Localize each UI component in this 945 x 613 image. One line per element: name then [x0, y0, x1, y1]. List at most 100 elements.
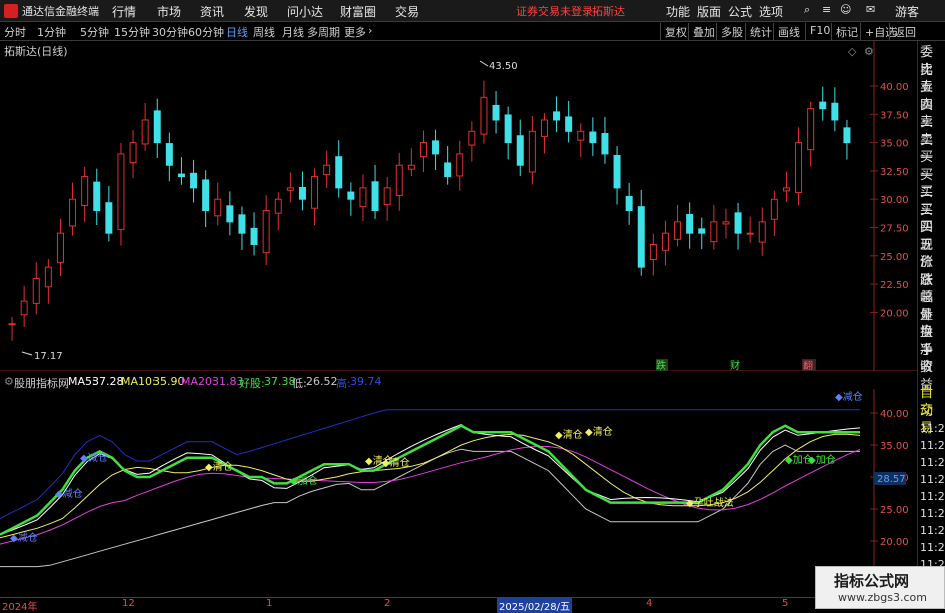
tool-overlay[interactable]: 叠加	[688, 23, 719, 40]
good-value: 37.38	[264, 375, 296, 388]
candle-body	[335, 156, 343, 189]
candle-body	[577, 130, 585, 141]
candlestick-chart[interactable]: 40.00 37.50 35.00 32.50 30.00 27.50 25.00 22.50…	[0, 41, 918, 371]
trade-login-notice[interactable]: 证券交易未登录	[516, 3, 593, 19]
trade-time: 11:29	[920, 541, 945, 554]
period-multi[interactable]: 多周期	[307, 24, 340, 40]
period-tick[interactable]: 分时	[4, 24, 26, 40]
watermark-url: www.zbgs3.com	[838, 591, 927, 604]
candle-body	[553, 111, 561, 121]
price-tick-label: 27.50	[880, 224, 909, 235]
candle-body	[419, 142, 427, 158]
low-marker: 17.17	[21, 351, 63, 362]
app-logo-icon	[4, 4, 18, 18]
price-tick-label: 35.00	[880, 139, 909, 150]
candle-body	[661, 232, 669, 251]
menu-wealth[interactable]: 财富圈	[340, 3, 376, 20]
tool-draw[interactable]: 画线	[773, 23, 804, 40]
title-menu-bar: 通达信金融终端 行情 市场 资讯 发现 问小达 财富圈 交易 证券交易未登录 拓…	[0, 0, 945, 22]
menu-icon[interactable]: ≡	[822, 3, 831, 16]
period-30min[interactable]: 30分钟	[152, 24, 188, 40]
indicator-tick-label: 25.00	[880, 505, 909, 516]
candle-body	[540, 119, 548, 137]
legend-gear-icon[interactable]: ⚙	[4, 375, 14, 388]
candle-body	[770, 198, 778, 220]
candle-body	[782, 187, 790, 192]
period-daily[interactable]: 日线	[226, 24, 248, 40]
stock-name-header: 拓斯达	[592, 5, 625, 18]
candle-body	[589, 131, 597, 144]
menu-discover[interactable]: 发现	[244, 3, 268, 20]
chevron-right-icon[interactable]: ›	[368, 24, 372, 37]
menu-formula[interactable]: 公式	[728, 3, 752, 20]
period-monthly[interactable]: 月线	[282, 24, 304, 40]
menu-quotes[interactable]: 行情	[112, 3, 136, 20]
period-weekly[interactable]: 周线	[253, 24, 275, 40]
tool-f10[interactable]: F10	[805, 23, 834, 40]
candle-body	[286, 187, 294, 191]
event-flip[interactable]: 翻	[803, 360, 813, 371]
signal-label: ◆孕吐战法	[686, 496, 734, 509]
candle-body	[20, 300, 28, 316]
watermark-title: 指标公式网	[834, 572, 910, 590]
menu-ask[interactable]: 问小达	[287, 3, 323, 20]
menu-function[interactable]: 功能	[666, 3, 690, 20]
period-more[interactable]: 更多	[344, 24, 366, 40]
candle-body	[238, 214, 246, 234]
message-icon[interactable]: ✉	[866, 3, 875, 16]
period-1min[interactable]: 1分钟	[37, 24, 66, 40]
candle-body	[165, 143, 173, 166]
candle-body	[177, 173, 185, 178]
trade-time: 11:29	[920, 456, 945, 469]
trade-time: 11:29	[920, 524, 945, 537]
price-tick-label: 37.50	[880, 110, 909, 121]
candle-body	[44, 266, 52, 288]
event-finance[interactable]: 财	[730, 359, 740, 371]
candle-body	[456, 153, 464, 177]
time-label-may: 5	[782, 598, 789, 609]
tool-stats[interactable]: 统计	[745, 23, 776, 40]
user-icon[interactable]: ☺	[840, 3, 851, 16]
candle-body	[117, 153, 125, 231]
menu-trade[interactable]: 交易	[395, 3, 419, 20]
period-15min[interactable]: 15分钟	[114, 24, 150, 40]
candle-body	[81, 176, 89, 207]
gear-icon[interactable]: ⚙	[864, 45, 874, 58]
event-drop[interactable]: 跌	[656, 359, 666, 371]
tool-back[interactable]: 返回	[889, 23, 920, 40]
period-60min[interactable]: 60分钟	[188, 24, 224, 40]
diamond-icon[interactable]: ◇	[848, 45, 857, 58]
tool-adjust[interactable]: 复权	[660, 23, 691, 40]
tool-multi-stock[interactable]: 多股	[716, 23, 747, 40]
menu-market[interactable]: 市场	[157, 3, 181, 20]
candle-body	[843, 127, 851, 144]
period-5min[interactable]: 5分钟	[80, 24, 109, 40]
signal-label: ◆减仓	[835, 390, 863, 403]
signal-label: ◆减仓	[80, 451, 108, 464]
candle-body	[710, 221, 718, 243]
trade-time: 11:29	[920, 439, 945, 452]
candle-body	[758, 221, 766, 243]
tool-mark[interactable]: 标记	[831, 23, 862, 40]
trade-time: 11:29	[920, 473, 945, 486]
candle-body	[468, 130, 476, 146]
current-value: 28.57	[877, 474, 906, 485]
candle-body	[565, 116, 573, 132]
search-icon[interactable]: ⌕	[804, 3, 810, 17]
indicator-chart[interactable]: ◆减仓◆减仓◆减仓◆清仓◆清仓◆清仓 ◆清仓◆清仓◆加仓◆加仓◆加仓◆孕吐战法◆减…	[0, 389, 918, 597]
candle-body	[274, 198, 282, 214]
candle-body	[129, 142, 137, 164]
menu-news[interactable]: 资讯	[200, 3, 224, 20]
candle-body	[395, 164, 403, 196]
candle-body	[637, 206, 645, 268]
candle-body	[226, 205, 234, 223]
watermark-badge: 指标公式网 www.zbgs3.com	[815, 566, 945, 609]
menu-layout[interactable]: 版面	[697, 3, 721, 20]
signal-label: ◆清仓	[555, 428, 583, 441]
candle-body	[32, 277, 40, 304]
time-label-jan: 1	[266, 598, 273, 609]
menu-options[interactable]: 选项	[759, 3, 783, 20]
low-value: 26.52	[306, 375, 338, 388]
guest-label[interactable]: 游客	[895, 3, 919, 20]
candle-body	[807, 108, 815, 151]
